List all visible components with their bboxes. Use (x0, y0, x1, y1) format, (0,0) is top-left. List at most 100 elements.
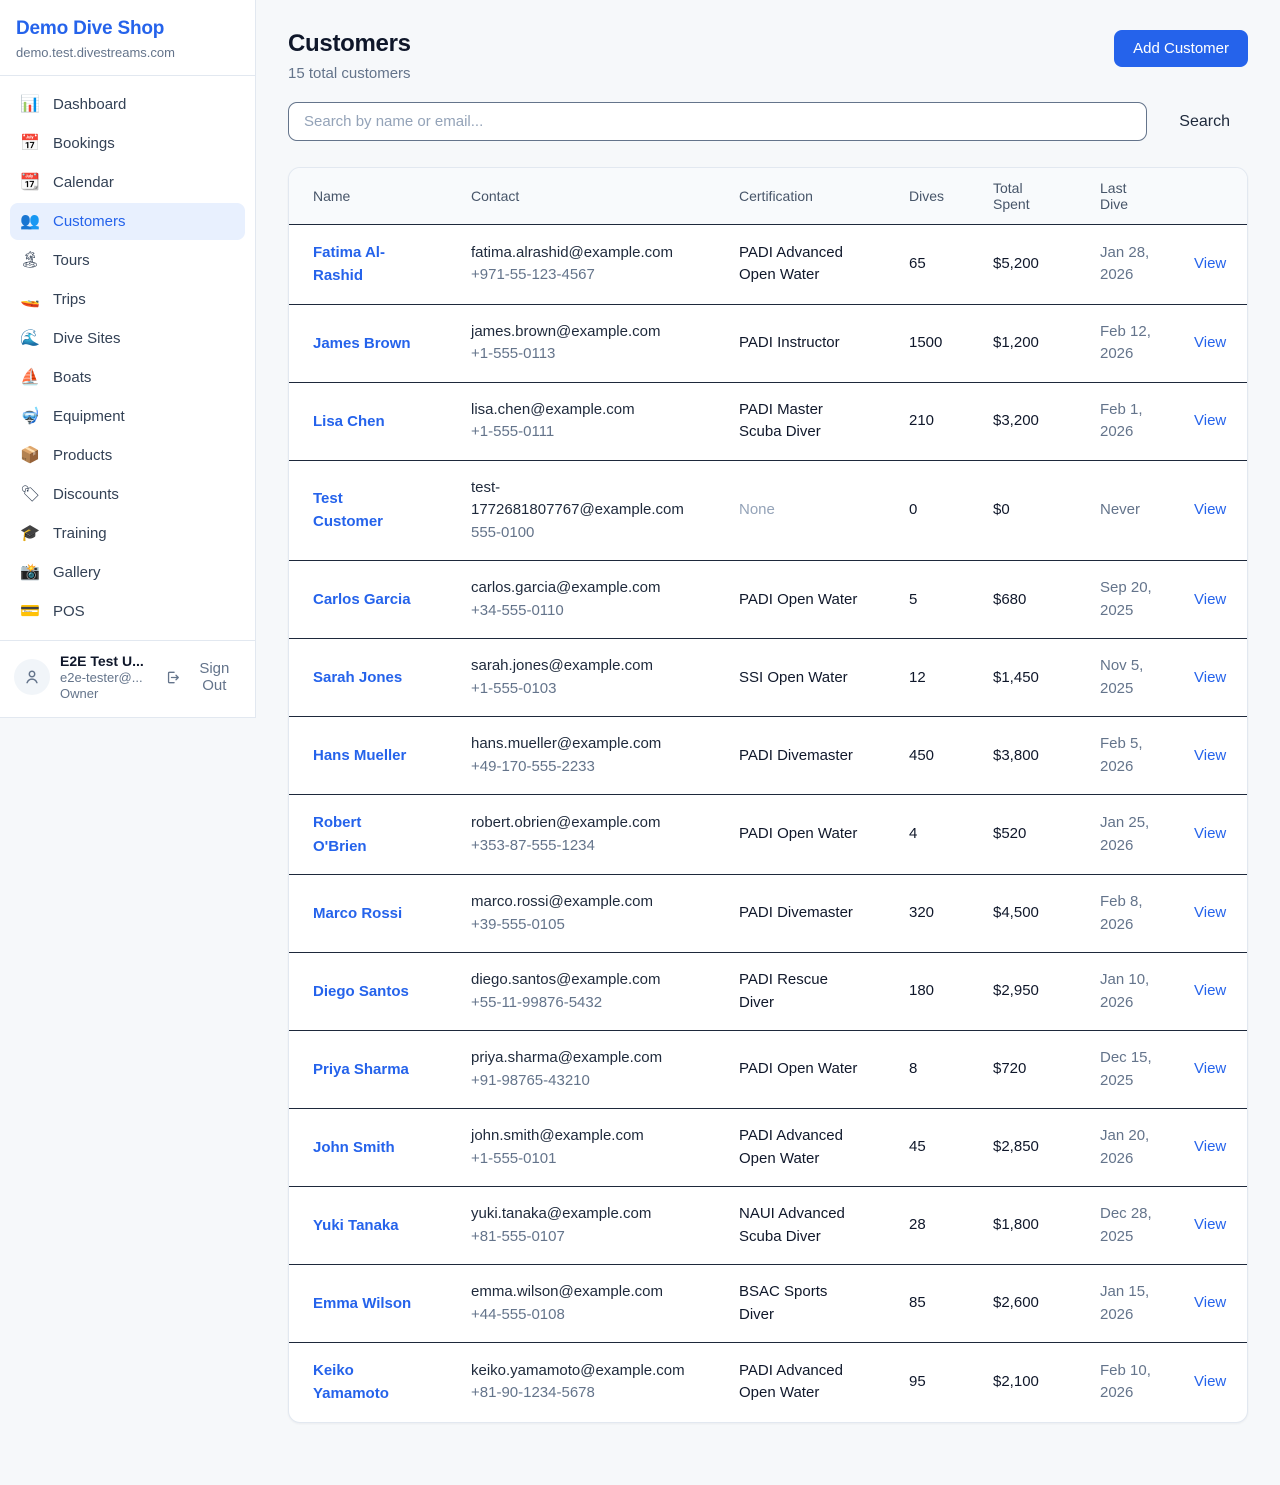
customer-certification: PADI Divemaster (739, 747, 853, 764)
user-box: E2E Test U... e2e-tester@... Owner Sign … (0, 640, 255, 717)
customer-certification: BSAC Sports Diver (739, 1283, 827, 1323)
customer-total-spent: $2,600 (993, 1294, 1039, 1311)
customer-name-link[interactable]: Priya Sharma (313, 1058, 409, 1081)
sidebar-item-equipment[interactable]: 🤿 Equipment (10, 398, 245, 435)
customer-total-spent: $1,450 (993, 669, 1039, 686)
customer-total-spent: $2,850 (993, 1138, 1039, 1155)
customer-name-link[interactable]: Hans Mueller (313, 744, 406, 767)
customer-name-link[interactable]: James Brown (313, 332, 411, 355)
view-link[interactable]: View (1194, 1138, 1226, 1155)
customer-dives: 28 (909, 1216, 926, 1233)
sidebar-item-dive-sites[interactable]: 🌊 Dive Sites (10, 320, 245, 357)
view-link[interactable]: View (1194, 904, 1226, 921)
customer-name-link[interactable]: Fatima Al-Rashid (313, 241, 415, 288)
view-link[interactable]: View (1194, 1373, 1226, 1390)
sidebar-item-customers[interactable]: 👥 Customers (10, 203, 245, 240)
view-link[interactable]: View (1194, 255, 1226, 272)
sign-out-icon (165, 669, 181, 686)
customer-dives: 450 (909, 747, 934, 764)
sidebar-item-calendar[interactable]: 📆 Calendar (10, 164, 245, 201)
sidebar-item-discounts[interactable]: 🏷 Discounts (10, 476, 245, 513)
sidebar-item-boats[interactable]: ⛵ Boats (10, 359, 245, 396)
customer-last-dive: Dec 15, 2025 (1100, 1049, 1152, 1089)
customer-phone: +49-170-555-2233 (471, 756, 687, 779)
customer-dives: 4 (909, 825, 917, 842)
customer-dives: 85 (909, 1294, 926, 1311)
view-link[interactable]: View (1194, 412, 1226, 429)
customer-total-spent: $0 (993, 501, 1010, 518)
view-link[interactable]: View (1194, 825, 1226, 842)
speedboat-icon: 🚤 (20, 292, 40, 308)
customer-name-link[interactable]: John Smith (313, 1136, 395, 1159)
customer-dives: 1500 (909, 334, 942, 351)
customer-name-link[interactable]: Test Customer (313, 487, 415, 534)
view-link[interactable]: View (1194, 1294, 1226, 1311)
sidebar-item-label: Tours (53, 252, 90, 269)
customer-name-link[interactable]: Lisa Chen (313, 410, 385, 433)
customer-last-dive: Jan 25, 2026 (1100, 814, 1149, 854)
view-link[interactable]: View (1194, 747, 1226, 764)
view-link[interactable]: View (1194, 1216, 1226, 1233)
customer-total-spent: $3,200 (993, 412, 1039, 429)
customer-name-link[interactable]: Keiko Yamamoto (313, 1359, 415, 1406)
customers-table-body: Fatima Al-Rashid fatima.alrashid@example… (289, 225, 1248, 1422)
view-link[interactable]: View (1194, 1060, 1226, 1077)
customer-name-link[interactable]: Carlos Garcia (313, 588, 411, 611)
search-input[interactable] (288, 102, 1147, 141)
page-title-block: Customers 15 total customers (288, 30, 411, 82)
customers-table-card: Name Contact Certification Dives Total S… (288, 167, 1248, 1423)
sidebar-item-gallery[interactable]: 📸 Gallery (10, 554, 245, 591)
view-link[interactable]: View (1194, 982, 1226, 999)
view-link[interactable]: View (1194, 501, 1226, 518)
sidebar-item-label: Dashboard (53, 96, 126, 113)
customer-certification: None (739, 501, 775, 518)
customer-email: fatima.alrashid@example.com (471, 242, 687, 265)
avatar (14, 659, 50, 695)
sidebar-item-dashboard[interactable]: 📊 Dashboard (10, 86, 245, 123)
page-header: Customers 15 total customers Add Custome… (288, 30, 1248, 82)
customer-total-spent: $2,950 (993, 982, 1039, 999)
table-row: Test Customer test-1772681807767@example… (289, 460, 1248, 561)
customer-total-spent: $5,200 (993, 255, 1039, 272)
sidebar-item-products[interactable]: 📦 Products (10, 437, 245, 474)
sidebar-nav: 📊 Dashboard 📅 Bookings 📆 Calendar 👥 Cust… (0, 76, 255, 640)
customer-dives: 8 (909, 1060, 917, 1077)
customer-name-link[interactable]: Robert O'Brien (313, 811, 415, 858)
sidebar-item-training[interactable]: 🎓 Training (10, 515, 245, 552)
customer-last-dive: Feb 10, 2026 (1100, 1362, 1151, 1402)
sidebar-item-pos[interactable]: 💳 POS (10, 593, 245, 630)
sidebar-item-bookings[interactable]: 📅 Bookings (10, 125, 245, 162)
credit-card-icon: 💳 (20, 604, 40, 620)
customer-name-link[interactable]: Emma Wilson (313, 1292, 411, 1315)
sign-out-label: Sign Out (188, 660, 241, 694)
brand-name[interactable]: Demo Dive Shop (16, 18, 239, 40)
customer-email: diego.santos@example.com (471, 969, 687, 992)
view-link[interactable]: View (1194, 334, 1226, 351)
customer-certification: PADI Master Scuba Diver (739, 401, 823, 441)
customer-last-dive: Sep 20, 2025 (1100, 579, 1152, 619)
customer-email: test-1772681807767@example.com (471, 477, 687, 522)
customer-total-spent: $3,800 (993, 747, 1039, 764)
sidebar-item-label: Customers (53, 213, 126, 230)
sidebar-item-label: Boats (53, 369, 91, 386)
view-link[interactable]: View (1194, 591, 1226, 608)
sidebar-item-label: Dive Sites (53, 330, 121, 347)
search-button[interactable]: Search (1161, 105, 1248, 139)
sidebar-item-label: Bookings (53, 135, 115, 152)
customer-total-spent: $2,100 (993, 1373, 1039, 1390)
customer-name-link[interactable]: Marco Rossi (313, 902, 402, 925)
customer-dives: 65 (909, 255, 926, 272)
sign-out-button[interactable]: Sign Out (165, 660, 241, 694)
customer-dives: 0 (909, 501, 917, 518)
camera-icon: 📸 (20, 565, 40, 581)
sidebar-item-tours[interactable]: 🏝 Tours (10, 242, 245, 279)
customer-name-link[interactable]: Sarah Jones (313, 666, 402, 689)
sidebar-item-trips[interactable]: 🚤 Trips (10, 281, 245, 318)
view-link[interactable]: View (1194, 669, 1226, 686)
customer-last-dive: Jan 10, 2026 (1100, 971, 1149, 1011)
add-customer-button[interactable]: Add Customer (1114, 30, 1248, 67)
customer-last-dive: Nov 5, 2025 (1100, 657, 1143, 697)
table-row: Emma Wilson emma.wilson@example.com +44-… (289, 1265, 1248, 1343)
customer-name-link[interactable]: Diego Santos (313, 980, 409, 1003)
customer-name-link[interactable]: Yuki Tanaka (313, 1214, 399, 1237)
